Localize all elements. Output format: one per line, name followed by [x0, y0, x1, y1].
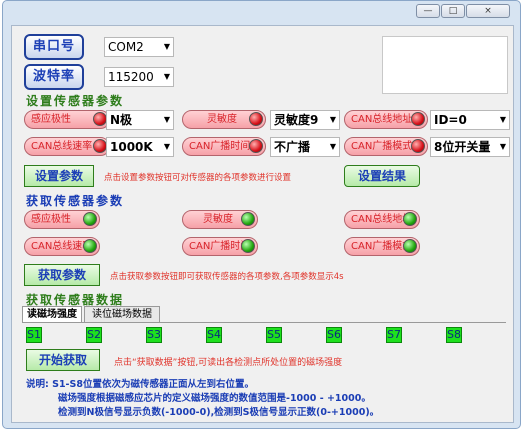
get-broadcast-mode-indicator: CAN广播模式: [344, 237, 420, 256]
get-can-address-indicator: CAN总线地址: [344, 210, 420, 229]
set-broadcast-mode-label: CAN广播模式: [351, 141, 413, 152]
get-params-button[interactable]: 获取参数: [24, 264, 100, 286]
status-led-icon: [403, 212, 417, 226]
set-polarity-label: 感应极性: [31, 114, 71, 125]
status-led-icon: [249, 139, 263, 153]
tab-read-field-strength[interactable]: 读磁场强度: [22, 306, 82, 322]
broadcast-mode-select[interactable]: 8位开关量 ▼: [430, 137, 510, 157]
app-window: — □ × 串口号 COM2 ▼ 波特率 115200 ▼ 设置传感器参数 感应极性…: [2, 0, 521, 429]
set-broadcast-time-label: CAN广播时间: [189, 141, 251, 152]
get-hint: 点击获取参数按钮即可获取传感器的各项参数,各项参数显示4s: [110, 272, 344, 282]
get-sensitivity-label: 灵敏度: [203, 214, 233, 225]
get-polarity-label: 感应极性: [31, 214, 71, 225]
set-result-button[interactable]: 设置结果: [344, 165, 420, 187]
set-sensitivity-button[interactable]: 灵敏度: [182, 110, 266, 129]
chevron-down-icon: ▼: [499, 142, 506, 151]
fetch-hint: 点击“获取数据”按钮,可读出各检测点所处位置的磁场强度: [114, 358, 343, 368]
sensor-indicator-4: S4: [206, 327, 222, 343]
polarity-value: N极: [110, 113, 133, 127]
client-area: 串口号 COM2 ▼ 波特率 115200 ▼ 设置传感器参数 感应极性 N极 ▼ 灵…: [11, 25, 514, 423]
sensor-indicator-3: S3: [146, 327, 162, 343]
close-button[interactable]: ×: [466, 4, 510, 18]
chevron-down-icon: ▼: [329, 142, 336, 151]
set-can-address-label: CAN总线地址: [351, 114, 413, 125]
chevron-down-icon: ▼: [499, 115, 506, 124]
baud-button[interactable]: 波特率: [24, 64, 84, 90]
broadcast-time-value: 不广播: [274, 140, 311, 154]
get-can-rate-indicator: CAN总线速率: [24, 237, 100, 256]
status-led-icon: [93, 139, 107, 153]
data-tabs: 读磁场强度 读位磁场数据: [22, 306, 222, 322]
output-box: [382, 36, 508, 94]
set-section-title: 设置传感器参数: [26, 94, 125, 108]
set-params-button[interactable]: 设置参数: [24, 165, 94, 187]
broadcast-mode-value: 8位开关量: [434, 140, 491, 154]
sensor-indicator-7: S7: [386, 327, 402, 343]
set-sensitivity-label: 灵敏度: [207, 114, 237, 125]
sensor-indicator-6: S6: [326, 327, 342, 343]
get-polarity-indicator: 感应极性: [24, 210, 100, 229]
note-line-3: 检测到N极信号显示负数(-1000-0),检测到S极信号显示正数(0-+1000…: [58, 407, 380, 418]
port-value: COM2: [108, 40, 144, 54]
chevron-down-icon: ▼: [163, 142, 170, 151]
maximize-button[interactable]: □: [441, 4, 465, 18]
can-address-value: ID=0: [434, 113, 467, 127]
can-rate-select[interactable]: 1000K ▼: [106, 137, 174, 157]
sensitivity-value: 灵敏度9: [274, 113, 319, 127]
status-led-icon: [403, 239, 417, 253]
status-led-icon: [411, 139, 425, 153]
status-led-icon: [249, 112, 263, 126]
start-fetch-button[interactable]: 开始获取: [26, 349, 100, 371]
chevron-down-icon: ▼: [163, 115, 170, 124]
can-rate-value: 1000K: [110, 140, 153, 154]
sensitivity-select[interactable]: 灵敏度9 ▼: [270, 110, 340, 130]
set-hint: 点击设置参数按钮可对传感器的各项参数进行设置: [104, 173, 292, 183]
sensor-indicator-5: S5: [266, 327, 282, 343]
set-polarity-button[interactable]: 感应极性: [24, 110, 110, 129]
sensor-indicator-2: S2: [86, 327, 102, 343]
sensor-indicator-1: S1: [26, 327, 42, 343]
set-broadcast-time-button[interactable]: CAN广播时间: [182, 137, 266, 156]
note-line-1: 说明: S1-S8位置依次为磁传感器正面从左到右位置。: [26, 379, 254, 390]
status-led-icon: [83, 212, 97, 226]
get-section-title: 获取传感器参数: [26, 194, 125, 208]
status-led-icon: [241, 239, 255, 253]
get-broadcast-time-indicator: CAN广播时间: [182, 237, 258, 256]
chevron-down-icon: ▼: [329, 115, 336, 124]
status-led-icon: [411, 112, 425, 126]
port-select[interactable]: COM2 ▼: [104, 37, 174, 57]
title-bar: — □ ×: [3, 1, 520, 25]
get-sensitivity-indicator: 灵敏度: [182, 210, 258, 229]
polarity-select[interactable]: N极 ▼: [106, 110, 174, 130]
note-line-2: 磁场强度根据磁感应芯片的定义磁场强度的数值范围是-1000 - +1000。: [58, 393, 371, 404]
baud-value: 115200: [108, 70, 154, 84]
baud-select[interactable]: 115200 ▼: [104, 67, 174, 87]
status-led-icon: [83, 239, 97, 253]
set-can-rate-button[interactable]: CAN总线速率: [24, 137, 110, 156]
tab-read-position-data[interactable]: 读位磁场数据: [84, 306, 160, 322]
minimize-button[interactable]: —: [416, 4, 440, 18]
chevron-down-icon: ▼: [163, 42, 170, 51]
set-broadcast-mode-button[interactable]: CAN广播模式: [344, 137, 428, 156]
chevron-down-icon: ▼: [163, 72, 170, 81]
status-led-icon: [93, 112, 107, 126]
data-panel: S1 S2 S3 S4 S5 S6 S7 S8 开始获取 点击“获取数据”按钮,可读出各检测点…: [22, 322, 506, 421]
set-can-address-button[interactable]: CAN总线地址: [344, 110, 428, 129]
status-led-icon: [241, 212, 255, 226]
set-can-rate-label: CAN总线速率: [31, 141, 93, 152]
sensor-indicator-8: S8: [446, 327, 462, 343]
port-button[interactable]: 串口号: [24, 34, 84, 60]
can-address-select[interactable]: ID=0 ▼: [430, 110, 510, 130]
broadcast-time-select[interactable]: 不广播 ▼: [270, 137, 340, 157]
